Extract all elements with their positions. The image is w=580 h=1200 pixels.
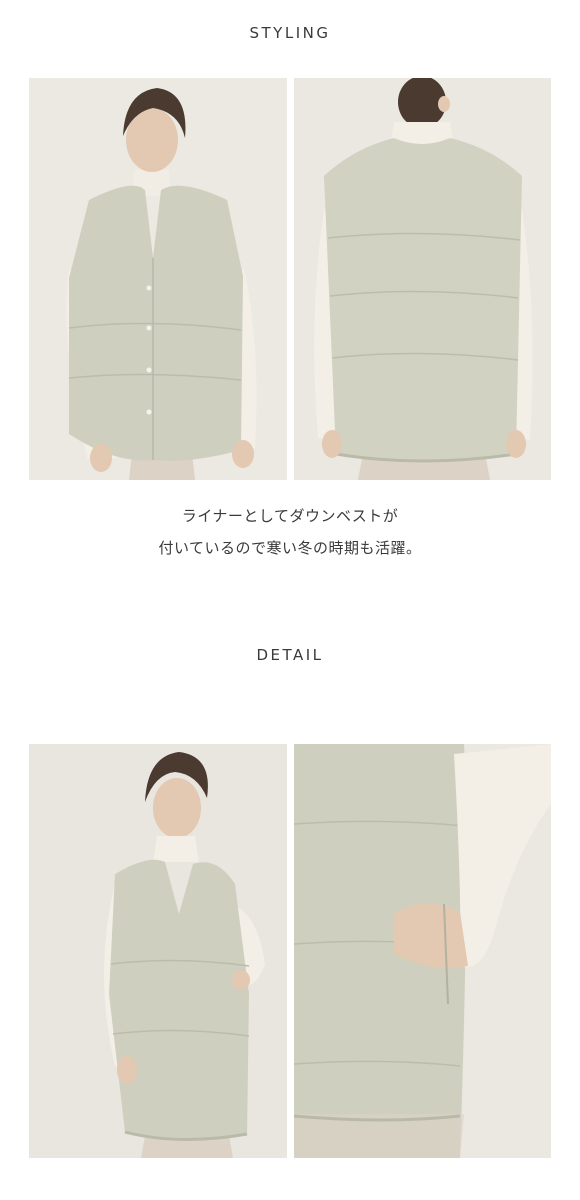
- styling-caption-line2: 付いているので寒い冬の時期も活躍。: [158, 539, 422, 557]
- detail-heading: DETAIL: [256, 646, 324, 664]
- detail-photo-model: [29, 744, 287, 1158]
- styling-caption-line1: ライナーとしてダウンベストが: [181, 507, 399, 525]
- styling-photo-back: [294, 78, 551, 480]
- styling-photo-front: [29, 78, 287, 480]
- styling-heading: STYLING: [249, 24, 331, 42]
- detail-photo-pocket: [294, 744, 551, 1158]
